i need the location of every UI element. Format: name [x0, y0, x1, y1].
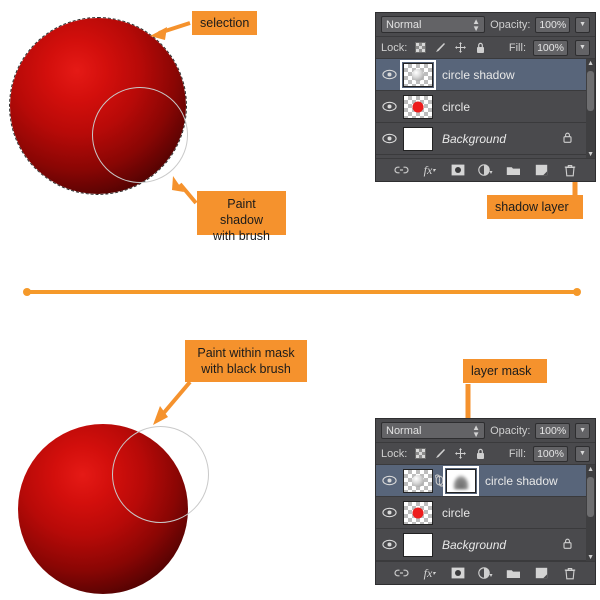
transparency-lock-icon[interactable] [414, 447, 427, 460]
scroll-up-icon[interactable]: ▲ [587, 466, 594, 473]
lock-label: Lock: [381, 448, 407, 460]
eye-icon[interactable] [376, 507, 403, 518]
callout-selection: selection [192, 11, 257, 35]
brush-lock-icon[interactable] [434, 41, 447, 54]
opacity-chevron-down-icon[interactable]: ▼ [575, 17, 590, 33]
layer-thumbnail[interactable] [403, 63, 433, 87]
panel-scrollbar[interactable]: ▲ ▼ [586, 59, 595, 159]
layer-thumbnail[interactable] [403, 127, 433, 151]
eye-icon[interactable] [376, 69, 403, 80]
lock-label: Lock: [381, 42, 407, 54]
section-divider [26, 290, 576, 294]
panel-bottom-toolbar: fx▾ ▾ [376, 561, 595, 584]
eye-icon[interactable] [376, 539, 403, 550]
divider-dot-left [23, 288, 31, 296]
layer-thumbnail[interactable] [403, 469, 433, 493]
adjustment-icon[interactable]: ▾ [478, 163, 493, 178]
new-group-icon[interactable] [506, 163, 521, 178]
divider-dot-right [573, 288, 581, 296]
chevron-updown-icon: ▲▼ [472, 424, 480, 438]
opacity-label: Opacity: [490, 425, 530, 437]
eye-icon[interactable] [376, 475, 403, 486]
delete-icon[interactable] [562, 163, 577, 178]
blend-mode-select[interactable]: Normal ▲▼ [381, 16, 485, 33]
fill-value[interactable]: 100% [533, 446, 568, 462]
fill-label: Fill: [509, 448, 526, 460]
scroll-up-icon[interactable]: ▲ [587, 60, 594, 67]
fx-icon[interactable]: fx▾ [422, 566, 437, 581]
add-mask-icon[interactable] [450, 163, 465, 178]
opacity-chevron-down-icon[interactable]: ▼ [575, 423, 590, 439]
fill-chevron-down-icon[interactable]: ▼ [575, 40, 590, 56]
ghost-circle-bottom [112, 426, 209, 523]
callout-paint-within-mask: Paint within mask with black brush [185, 340, 307, 382]
add-mask-icon[interactable] [450, 566, 465, 581]
callout-layer-mask: layer mask [463, 359, 547, 383]
panel-scrollbar[interactable]: ▲ ▼ [586, 465, 595, 562]
blend-mode-value: Normal [386, 19, 421, 31]
blend-mode-select[interactable]: Normal ▲▼ [381, 422, 485, 439]
layer-name: Background [442, 538, 506, 552]
layer-row-background[interactable]: Background [376, 123, 595, 155]
layer-mask-thumbnail[interactable] [446, 469, 476, 493]
mask-link-icon[interactable] [433, 474, 446, 487]
eye-icon[interactable] [376, 133, 403, 144]
link-icon[interactable] [394, 566, 409, 581]
lock-icon [562, 537, 573, 552]
scroll-down-icon[interactable]: ▼ [587, 554, 594, 561]
layer-name: circle shadow [442, 68, 515, 82]
brush-lock-icon[interactable] [434, 447, 447, 460]
fill-chevron-down-icon[interactable]: ▼ [575, 446, 590, 462]
panel-bottom-toolbar: fx▾ ▾ [376, 158, 595, 181]
move-lock-icon[interactable] [454, 447, 467, 460]
callout-shadow-layer: shadow layer [487, 195, 583, 219]
layers-panel-top[interactable]: Normal ▲▼ Opacity: 100% ▼ Lock: Fill: 10… [375, 12, 596, 182]
eye-icon[interactable] [376, 101, 403, 112]
scrollbar-thumb[interactable] [587, 71, 594, 111]
layer-thumbnail[interactable] [403, 501, 433, 525]
svg-text:▾: ▾ [490, 573, 493, 579]
callout-paint-shadow: Paint shadow with brush [197, 191, 286, 235]
layer-row-circle[interactable]: circle [376, 91, 595, 123]
lock-all-icon[interactable] [474, 41, 487, 54]
fill-value[interactable]: 100% [533, 40, 568, 56]
new-group-icon[interactable] [506, 566, 521, 581]
transparency-lock-icon[interactable] [414, 41, 427, 54]
ghost-circle-top [92, 87, 188, 183]
layer-row-circle-shadow[interactable]: circle shadow [376, 59, 595, 91]
layer-name: circle [442, 506, 470, 520]
lock-all-icon[interactable] [474, 447, 487, 460]
opacity-value[interactable]: 100% [535, 17, 570, 33]
chevron-updown-icon: ▲▼ [472, 18, 480, 32]
svg-text:▾: ▾ [490, 170, 493, 176]
layers-panel-bottom[interactable]: Normal ▲▼ Opacity: 100% ▼ Lock: Fill: 10… [375, 418, 596, 585]
blend-mode-value: Normal [386, 425, 421, 437]
layer-name: Background [442, 132, 506, 146]
fill-label: Fill: [509, 42, 526, 54]
panel-top-row: Normal ▲▼ Opacity: 100% ▼ [376, 419, 595, 443]
layer-name: circle shadow [485, 474, 558, 488]
new-layer-icon[interactable] [534, 163, 549, 178]
lock-icon [562, 131, 573, 146]
panel-top-row: Normal ▲▼ Opacity: 100% ▼ [376, 13, 595, 37]
layer-name: circle [442, 100, 470, 114]
move-lock-icon[interactable] [454, 41, 467, 54]
scrollbar-thumb[interactable] [587, 477, 594, 517]
opacity-label: Opacity: [490, 19, 530, 31]
panel-lock-row: Lock: Fill: 100% ▼ [376, 443, 595, 465]
layer-row-circle-shadow[interactable]: circle shadow [376, 465, 595, 497]
delete-icon[interactable] [562, 566, 577, 581]
fx-icon[interactable]: fx▾ [422, 163, 437, 178]
layer-row-circle[interactable]: circle [376, 497, 595, 529]
layer-row-background[interactable]: Background [376, 529, 595, 561]
new-layer-icon[interactable] [534, 566, 549, 581]
layer-thumbnail[interactable] [403, 95, 433, 119]
layer-thumbnail[interactable] [403, 533, 433, 557]
opacity-value[interactable]: 100% [535, 423, 570, 439]
panel-lock-row: Lock: Fill: 100% ▼ [376, 37, 595, 59]
link-icon[interactable] [394, 163, 409, 178]
arrow-paint-within-mask [153, 382, 190, 425]
scroll-down-icon[interactable]: ▼ [587, 151, 594, 158]
adjustment-icon[interactable]: ▾ [478, 566, 493, 581]
